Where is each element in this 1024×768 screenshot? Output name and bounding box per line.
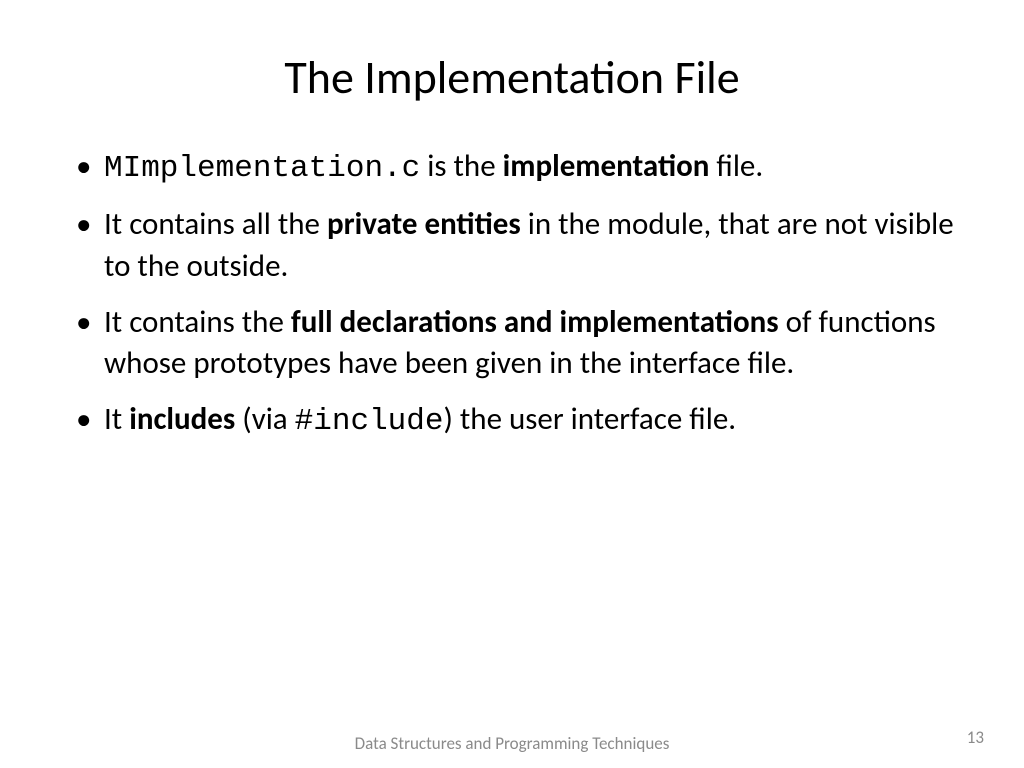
body-text: file. bbox=[709, 147, 763, 185]
body-text: It contains the bbox=[104, 303, 291, 341]
list-item: It contains the full declarations and im… bbox=[70, 302, 954, 386]
body-text: ) the user interface file. bbox=[444, 400, 737, 438]
bold-text: private entities bbox=[327, 205, 521, 243]
body-text: It contains all the bbox=[104, 205, 327, 243]
page-number: 13 bbox=[967, 727, 984, 748]
body-text: is the bbox=[420, 147, 502, 185]
slide-footer: Data Structures and Programming Techniqu… bbox=[0, 734, 1024, 754]
slide-title: The Implementation File bbox=[70, 50, 954, 106]
slide: The Implementation File MImplementation.… bbox=[0, 0, 1024, 768]
list-item: It contains all the private entities in … bbox=[70, 204, 954, 288]
list-item: MImplementation.c is the implementation … bbox=[70, 146, 954, 190]
bold-text: includes bbox=[129, 400, 235, 438]
code-text: MImplementation.c bbox=[104, 151, 420, 186]
bullet-list: MImplementation.c is the implementation … bbox=[70, 146, 954, 457]
body-text: (via bbox=[235, 400, 294, 438]
list-item: It includes (via #include) the user inte… bbox=[70, 399, 954, 443]
bold-text: implementation bbox=[503, 147, 710, 185]
footer-text: Data Structures and Programming Techniqu… bbox=[355, 734, 670, 754]
code-text: #include bbox=[295, 404, 444, 439]
bold-text: full declarations and implementations bbox=[291, 303, 779, 341]
body-text: It bbox=[104, 400, 129, 438]
